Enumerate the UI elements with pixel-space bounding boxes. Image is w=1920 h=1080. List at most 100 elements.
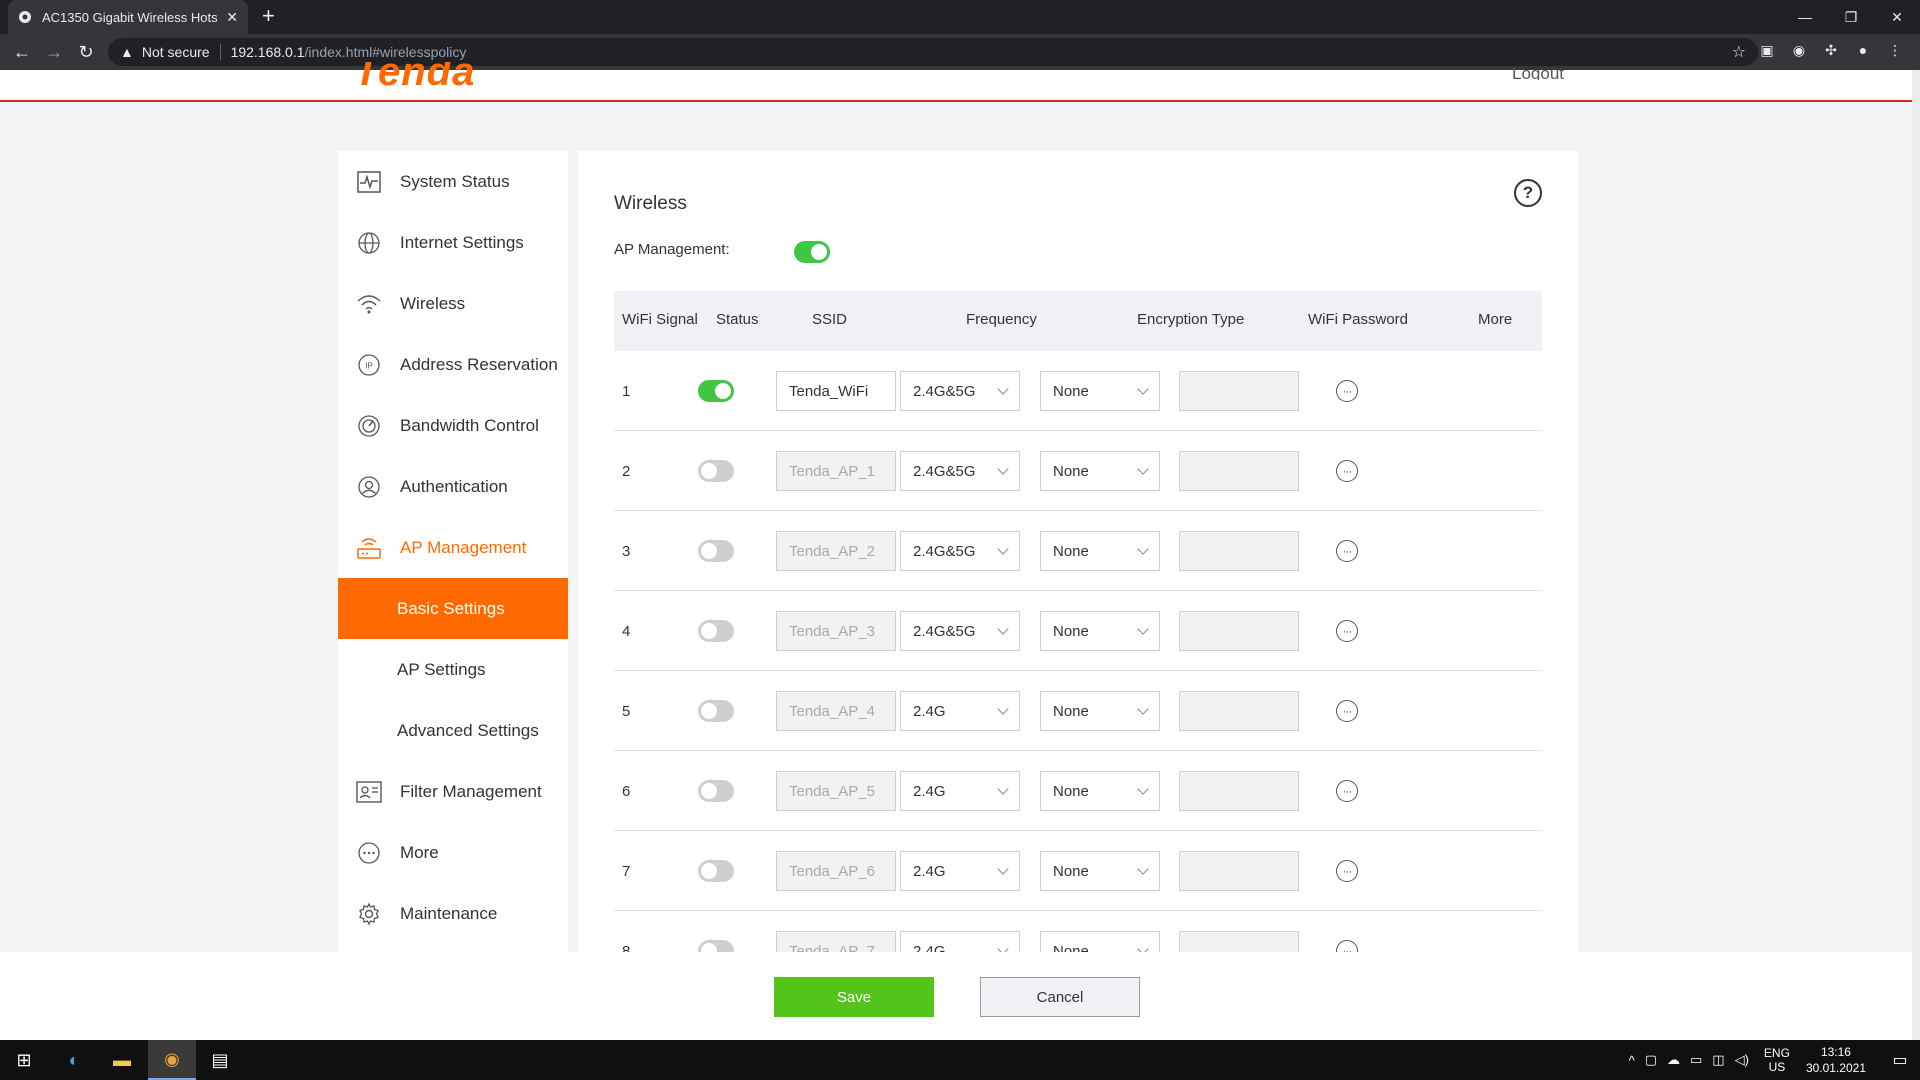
restore-icon[interactable]: ❐ (1828, 0, 1874, 34)
ssid-input[interactable]: Tenda_AP_1 (776, 451, 896, 491)
logout-link[interactable]: Logout (1512, 64, 1564, 80)
sidebar-item-label: Maintenance (400, 903, 498, 923)
sidebar-subitem-ap-settings[interactable]: AP Settings (338, 639, 568, 700)
frequency-select[interactable]: 2.4G&5G (900, 451, 1020, 491)
page-scrollbar[interactable] (1912, 70, 1920, 1040)
cloud-icon[interactable]: ☁ (1667, 1052, 1680, 1068)
forward-icon[interactable]: → (44, 42, 64, 62)
sidebar-item-system-status[interactable]: System Status (338, 151, 568, 212)
edge-icon[interactable]: ◐ (50, 1040, 98, 1080)
more-options-icon[interactable]: ··· (1336, 860, 1358, 882)
ssid-input[interactable]: Tenda_AP_5 (776, 771, 896, 811)
status-toggle[interactable] (698, 380, 734, 402)
reload-icon[interactable]: ↻ (76, 42, 96, 62)
frequency-cell: 2.4G&5G (900, 431, 1020, 511)
tray-chevron-up-icon[interactable]: ^ (1629, 1053, 1635, 1068)
language-indicator[interactable]: ENG US (1764, 1046, 1790, 1074)
puzzle-icon[interactable]: ✣ (1822, 40, 1840, 60)
wifi-password-input[interactable] (1179, 371, 1299, 411)
ssid-input[interactable]: Tenda_WiFi (776, 371, 896, 411)
more-options-icon[interactable]: ··· (1336, 620, 1358, 642)
sidebar-item-internet-settings[interactable]: Internet Settings (338, 212, 568, 273)
wifi-password-input[interactable] (1179, 851, 1299, 891)
volume-icon[interactable]: ◁) (1735, 1052, 1749, 1068)
more-options-icon[interactable]: ··· (1336, 780, 1358, 802)
help-icon[interactable]: ? (1514, 179, 1542, 207)
window-close-icon[interactable]: ✕ (1874, 0, 1920, 34)
frequency-select[interactable]: 2.4G&5G (900, 611, 1020, 651)
ssid-input[interactable]: Tenda_AP_6 (776, 851, 896, 891)
sidebar-item-bandwidth-control[interactable]: Bandwidth Control (338, 395, 568, 456)
chevron-down-icon (1137, 623, 1149, 635)
ssid-cell: Tenda_AP_4 (776, 671, 896, 751)
ssid-input[interactable]: Tenda_AP_2 (776, 531, 896, 571)
url-host: 192.168.0.1 (230, 44, 305, 60)
status-toggle[interactable] (698, 460, 734, 482)
wifi-password-input[interactable] (1179, 531, 1299, 571)
window-controls: — ❐ ✕ (1782, 0, 1920, 34)
network-icon[interactable]: ◫ (1712, 1052, 1724, 1068)
extension-icon[interactable]: ▣ (1758, 40, 1776, 60)
file-explorer-icon[interactable]: ▬ (98, 1040, 146, 1080)
windows-start-icon[interactable]: ⊞ (0, 1040, 48, 1080)
minimize-icon[interactable]: — (1782, 0, 1828, 34)
frequency-select[interactable]: 2.4G&5G (900, 371, 1020, 411)
tray-meet-icon[interactable]: ▢ (1645, 1052, 1657, 1068)
more-options-icon[interactable]: ··· (1336, 700, 1358, 722)
sidebar-item-address-reservation[interactable]: IP Address Reservation (338, 334, 568, 395)
sidebar-item-more[interactable]: More (338, 822, 568, 883)
more-options-icon[interactable]: ··· (1336, 540, 1358, 562)
status-toggle[interactable] (698, 700, 734, 722)
encryption-select[interactable]: None (1040, 451, 1160, 491)
menu-kebab-icon[interactable]: ⋮ (1886, 40, 1904, 60)
clock[interactable]: 13:16 30.01.2021 (1806, 1044, 1866, 1076)
status-toggle[interactable] (698, 860, 734, 882)
ssid-input[interactable]: Tenda_AP_4 (776, 691, 896, 731)
sidebar-item-wireless[interactable]: Wireless (338, 273, 568, 334)
profile-avatar[interactable]: ● (1854, 40, 1872, 60)
cancel-button[interactable]: Cancel (980, 977, 1140, 1017)
back-icon[interactable]: ← (12, 42, 32, 62)
encryption-select[interactable]: None (1040, 371, 1160, 411)
bookmark-star-icon[interactable]: ☆ (1732, 42, 1746, 62)
frequency-select[interactable]: 2.4G (900, 851, 1020, 891)
encryption-select[interactable]: None (1040, 851, 1160, 891)
encryption-value: None (1053, 702, 1089, 720)
wifi-password-input[interactable] (1179, 611, 1299, 651)
new-tab-button[interactable]: + (262, 5, 275, 27)
status-toggle[interactable] (698, 780, 734, 802)
browser-tab[interactable]: AC1350 Gigabit Wireless Hotspot ✕ (8, 0, 248, 34)
chrome-taskbar-icon[interactable]: ◉ (148, 1040, 196, 1080)
save-button[interactable]: Save (774, 977, 934, 1017)
wifi-password-input[interactable] (1179, 691, 1299, 731)
store-icon[interactable]: ▤ (196, 1040, 244, 1080)
encryption-select[interactable]: None (1040, 611, 1160, 651)
ap-management-toggle[interactable] (794, 241, 830, 263)
ssid-input[interactable]: Tenda_AP_3 (776, 611, 896, 651)
encryption-select[interactable]: None (1040, 691, 1160, 731)
sidebar-item-ap-management[interactable]: AP Management (338, 517, 568, 578)
user-circle-icon (356, 474, 382, 500)
encryption-select[interactable]: None (1040, 771, 1160, 811)
status-toggle[interactable] (698, 540, 734, 562)
tab-close-icon[interactable]: ✕ (226, 9, 238, 26)
svg-text:IP: IP (365, 361, 373, 370)
frequency-select[interactable]: 2.4G&5G (900, 531, 1020, 571)
encryption-select[interactable]: None (1040, 531, 1160, 571)
password-cell (1179, 751, 1299, 831)
sidebar-subitem-basic-settings[interactable]: Basic Settings (338, 578, 568, 639)
more-options-icon[interactable]: ··· (1336, 460, 1358, 482)
sidebar-item-filter-management[interactable]: Filter Management (338, 761, 568, 822)
wifi-password-input[interactable] (1179, 451, 1299, 491)
status-toggle[interactable] (698, 620, 734, 642)
camera-extension-icon[interactable]: ◉ (1790, 40, 1808, 60)
wifi-password-input[interactable] (1179, 771, 1299, 811)
more-options-icon[interactable]: ··· (1336, 380, 1358, 402)
frequency-select[interactable]: 2.4G (900, 771, 1020, 811)
sidebar-item-maintenance[interactable]: Maintenance (338, 883, 568, 944)
sidebar-item-authentication[interactable]: Authentication (338, 456, 568, 517)
sidebar-subitem-advanced-settings[interactable]: Advanced Settings (338, 700, 568, 761)
notification-icon[interactable]: ▭ (1880, 1050, 1920, 1070)
battery-icon[interactable]: ▭ (1690, 1052, 1702, 1068)
frequency-select[interactable]: 2.4G (900, 691, 1020, 731)
